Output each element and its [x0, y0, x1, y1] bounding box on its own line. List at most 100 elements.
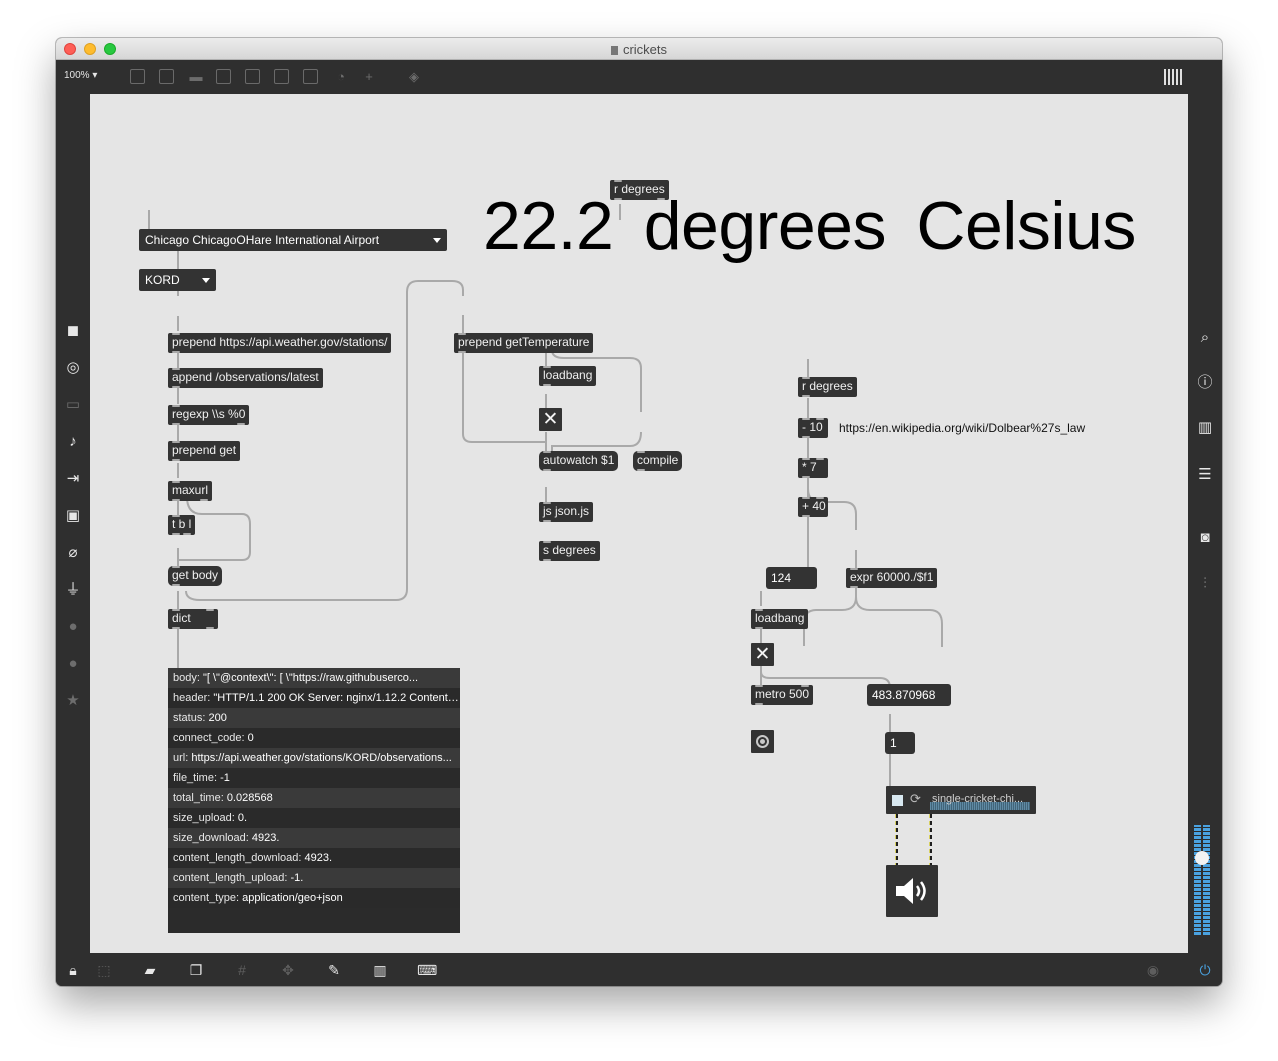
outlet — [206, 627, 214, 629]
new-message-icon[interactable] — [159, 69, 174, 84]
list-icon[interactable]: ☰ — [1195, 465, 1215, 485]
sequence-icon[interactable]: ⇥ — [63, 469, 83, 489]
station-name-menu[interactable]: Chicago ChicagoOHare International Airpo… — [139, 229, 447, 251]
js-json-object[interactable]: js json.js — [539, 502, 594, 522]
dict-row[interactable]: content_type: application/geo+json — [168, 888, 460, 908]
dict-row[interactable]: status: 200 — [168, 708, 460, 728]
windows-icon[interactable]: ❐ — [187, 961, 205, 979]
ezdac-speaker-button[interactable] — [886, 865, 938, 917]
bang-circle-icon — [756, 735, 769, 748]
toggle-object-icon[interactable] — [216, 69, 231, 84]
receive-degrees-object[interactable]: r degrees — [610, 180, 669, 200]
minus-ten-object[interactable]: - 10 — [798, 418, 828, 438]
prepend-gettemperature-object[interactable]: prepend getTemperature — [454, 333, 594, 353]
loadbang-metro-object[interactable]: loadbang — [751, 609, 809, 629]
receive-degrees-right-object[interactable]: r degrees — [798, 377, 857, 397]
regexp-object[interactable]: regexp \\s %0 — [168, 405, 250, 425]
search-icon[interactable]: ⌕ — [1195, 328, 1215, 348]
paint-bucket-icon[interactable]: ◈ — [405, 69, 423, 85]
counter-number-box[interactable]: 1 — [885, 732, 915, 754]
reference-book-icon[interactable]: ▥ — [1195, 418, 1215, 438]
autowatch-message[interactable]: autowatch $1 — [539, 451, 619, 471]
new-object-icon[interactable] — [130, 69, 145, 84]
keyboard-icon[interactable]: ⌨ — [417, 961, 437, 979]
star-icon[interactable]: ★ — [63, 691, 83, 711]
comment-bubble-icon[interactable]: ▰ — [141, 961, 159, 979]
target-icon[interactable]: ◎ — [63, 358, 83, 378]
metro-toggle[interactable]: ✕ — [751, 643, 774, 666]
cube-icon[interactable]: ◼ — [63, 321, 83, 341]
music-note-icon[interactable]: ♪ — [63, 432, 83, 452]
stop-icon[interactable] — [892, 795, 903, 806]
zoom-menu[interactable]: 100% ▾ — [64, 70, 97, 81]
chirps-number-box[interactable]: 124 — [766, 567, 817, 589]
plus-forty-object[interactable]: + 40 — [798, 497, 828, 517]
expr-object[interactable]: expr 60000./$f1 — [846, 568, 938, 588]
trigger-object[interactable]: t b l — [168, 515, 196, 535]
grid-view-icon[interactable] — [1164, 69, 1184, 85]
get-body-message[interactable]: get body — [168, 566, 223, 586]
dict-row[interactable]: connect_code: 0 — [168, 728, 460, 748]
compile-message[interactable]: compile — [633, 451, 683, 471]
bang-button[interactable] — [751, 730, 774, 753]
presentation-icon[interactable]: ⬚ — [95, 961, 113, 979]
dict-row[interactable]: file_time: -1 — [168, 768, 460, 788]
volume-knob[interactable] — [1195, 851, 1209, 865]
dict-row[interactable]: url: https://api.weather.gov/stations/KO… — [168, 748, 460, 768]
dict-object[interactable]: dict — [168, 609, 218, 629]
bottom-toolbar: 🔒︎ ⬚ ▰ ❐ # ✥ ✎ ▥ ⌨ ◉ ⏻ — [56, 953, 1222, 986]
dict-key: content_length_download: — [173, 852, 302, 864]
comment-icon[interactable]: ▬ — [187, 69, 205, 85]
snapshot-camera-icon[interactable]: ◙ — [1195, 528, 1215, 548]
patcher-canvas[interactable]: 22.2 degrees Celsius r degrees Chicago C… — [90, 94, 1188, 953]
audio-level-meter[interactable] — [1194, 825, 1212, 935]
times-seven-object[interactable]: * 7 — [798, 458, 828, 478]
object-label: prepend get — [172, 443, 237, 457]
meter-bar-left — [1194, 825, 1201, 935]
v-icon[interactable]: ● — [63, 617, 83, 637]
send-degrees-object[interactable]: s degrees — [539, 541, 600, 561]
dial-icon[interactable]: ◔ — [332, 69, 350, 85]
wrench-icon[interactable]: ✎ — [325, 961, 343, 979]
append-observations-object[interactable]: append /observations/latest — [168, 368, 323, 388]
maxurl-object[interactable]: maxurl — [168, 481, 213, 501]
paperclip-icon[interactable]: ⌀ — [63, 543, 83, 563]
b-icon[interactable]: ● — [63, 654, 83, 674]
add-object-icon[interactable]: + — [360, 69, 378, 85]
info-icon[interactable]: ⓘ — [1195, 373, 1215, 393]
dict-row[interactable]: size_download: 4923. — [168, 828, 460, 848]
object-label: - 10 — [802, 420, 823, 434]
dict-row[interactable]: content_length_download: 4923. — [168, 848, 460, 868]
autowatch-toggle[interactable]: ✕ — [539, 408, 562, 431]
loadbang-js-object[interactable]: loadbang — [539, 366, 597, 386]
loop-icon[interactable]: ⟳ — [910, 791, 921, 807]
display-icon[interactable]: ▭ — [63, 395, 83, 415]
prepend-url-object[interactable]: prepend https://api.weather.gov/stations… — [168, 333, 392, 353]
number-box-icon[interactable] — [274, 69, 289, 84]
piano-keys-icon[interactable]: ▥ — [371, 961, 389, 979]
interval-number-box[interactable]: 483.870968 — [867, 684, 951, 706]
plug-icon[interactable]: ⏚ — [63, 580, 83, 600]
lock-icon[interactable]: 🔒︎ — [64, 961, 82, 979]
transport-icon[interactable]: ◉ — [1144, 961, 1162, 979]
snap-icon[interactable]: ✥ — [279, 961, 297, 979]
prepend-get-object[interactable]: prepend get — [168, 441, 241, 461]
sfplay-object[interactable]: ⟳ single-cricket-chi... — [886, 786, 1036, 814]
dict-row[interactable]: header: "HTTP/1.1 200 OK Server: nginx/1… — [168, 688, 460, 708]
dict-row[interactable]: content_length_upload: -1. — [168, 868, 460, 888]
station-id-menu[interactable]: KORD — [139, 269, 216, 291]
metro-object[interactable]: metro 500 — [751, 685, 814, 705]
image-icon[interactable]: ▣ — [63, 506, 83, 526]
dict-view[interactable]: body: "[ \"@context\": [ \"https://raw.g… — [168, 668, 460, 933]
dict-row[interactable]: body: "[ \"@context\": [ \"https://raw.g… — [168, 668, 460, 688]
object-label: r degrees — [802, 379, 853, 393]
slider-object-icon[interactable] — [303, 69, 318, 84]
dsp-power-icon[interactable]: ⏻ — [1196, 961, 1214, 979]
mixer-sliders-icon[interactable]: ⫶ — [1195, 574, 1215, 594]
outlet — [237, 423, 246, 425]
button-object-icon[interactable] — [245, 69, 260, 84]
zoom-level: 100% — [64, 70, 90, 81]
dict-row[interactable]: size_upload: 0. — [168, 808, 460, 828]
grid-icon[interactable]: # — [233, 961, 251, 979]
dict-row[interactable]: total_time: 0.028568 — [168, 788, 460, 808]
